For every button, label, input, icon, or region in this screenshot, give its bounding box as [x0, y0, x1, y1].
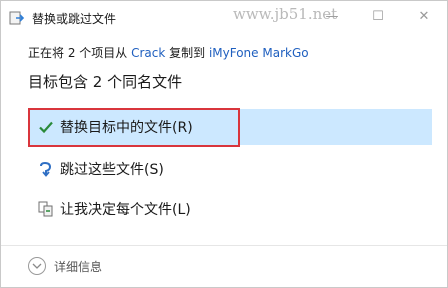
decide-each-file-label: 让我决定每个文件(L) [60, 202, 191, 218]
source-folder-link[interactable]: Crack [131, 46, 165, 60]
file-move-icon [9, 10, 25, 25]
skip-files-option[interactable]: 跳过这些文件(S) [28, 151, 432, 187]
highlight-annotation [28, 108, 240, 147]
minimize-button[interactable]: — [309, 1, 355, 31]
copy-status-text: 正在将 2 个项目从 Crack 复制到 iMyFone MarkGo [28, 44, 309, 61]
copy-prefix: 正在将 2 个项目从 [28, 46, 132, 60]
file-compare-icon [37, 200, 55, 218]
close-button[interactable]: ✕ [401, 1, 447, 31]
title-bar[interactable]: 替换或跳过文件 www.jb51.net — ☐ ✕ [1, 1, 447, 35]
destination-folder-link[interactable]: iMyFone MarkGo [209, 46, 309, 60]
more-details-label: 详细信息 [54, 259, 103, 274]
window-title: 替换或跳过文件 [32, 12, 117, 26]
decide-each-file-option[interactable]: 让我决定每个文件(L) [28, 191, 432, 227]
conflict-headline: 目标包含 2 个同名文件 [28, 73, 183, 91]
maximize-button[interactable]: ☐ [355, 1, 401, 31]
replace-or-skip-dialog: 替换或跳过文件 www.jb51.net — ☐ ✕ 正在将 2 个项目从 Cr… [0, 0, 448, 288]
copy-middle: 复制到 [165, 46, 209, 60]
skip-arrow-icon [37, 160, 55, 178]
footer-divider [1, 245, 447, 246]
skip-files-label: 跳过这些文件(S) [60, 162, 164, 178]
chevron-down-icon [28, 257, 46, 275]
more-details-toggle[interactable]: 详细信息 [28, 256, 102, 276]
